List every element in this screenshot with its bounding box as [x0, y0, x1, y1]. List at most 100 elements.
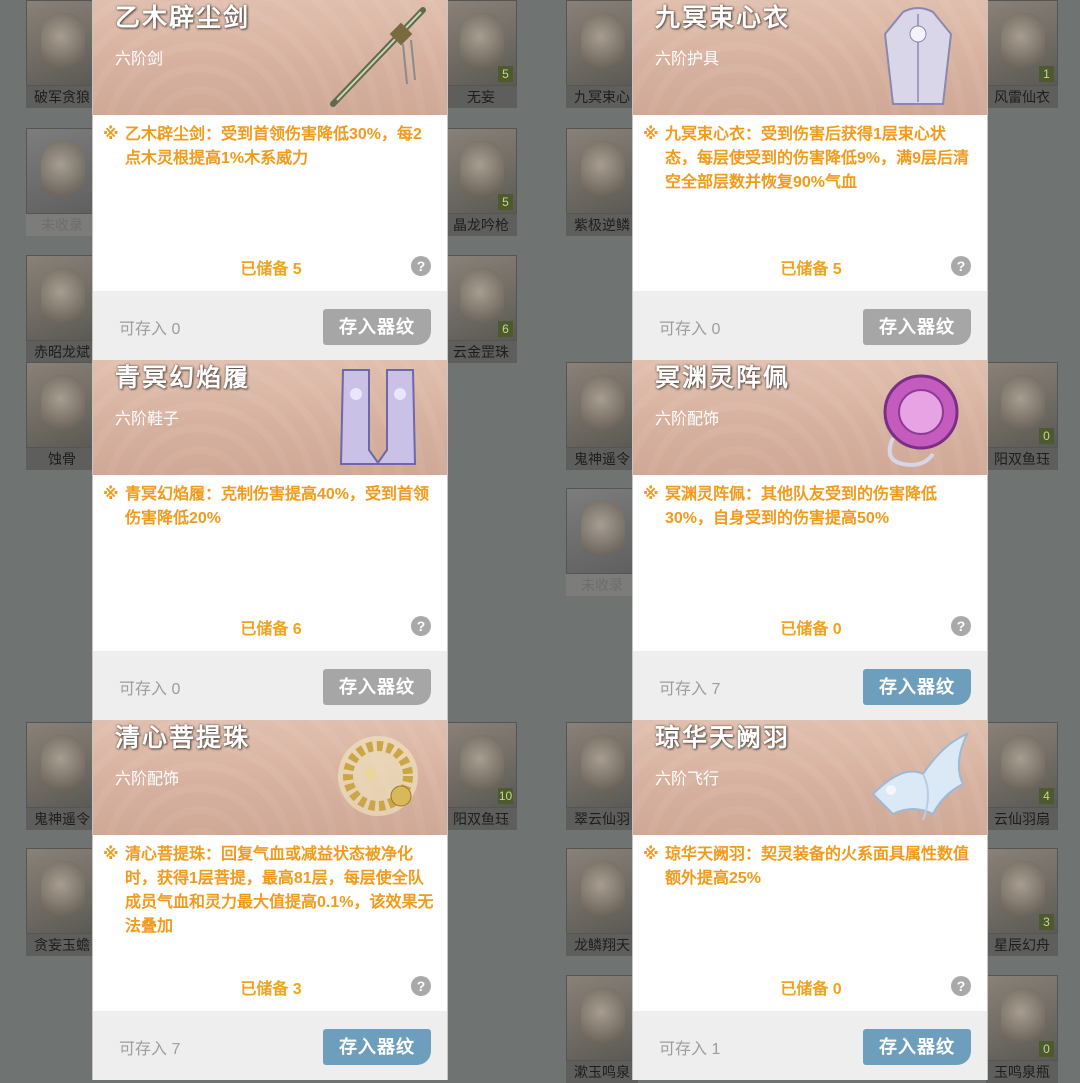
equipment-card: 清心菩提珠 六阶配饰 ※ 清心菩提珠：回复气血或减益状态被净化时，获得1层菩提，… [92, 720, 448, 1080]
bg-tile[interactable]: 1 风雷仙衣 [986, 0, 1058, 108]
bullet-glyph: ※ [643, 846, 659, 863]
item-description: ※ 琼华天阙羽：契灵装备的火系面具属性数值额外提高25% [643, 843, 977, 891]
available-count: 可存入 0 [119, 681, 181, 698]
bg-tile[interactable]: 紫极逆鳞 [566, 128, 638, 236]
phoenix-icon [871, 732, 969, 821]
available-count: 可存入 1 [659, 1041, 721, 1058]
item-name: 琼华天阙羽 [655, 724, 791, 752]
pendant-icon [883, 374, 959, 467]
tile-name: 晶龙吟枪 [445, 214, 517, 236]
tile-name: 阳双鱼珏 [986, 448, 1058, 470]
tile-count: 6 [498, 321, 513, 337]
item-description-text: 九冥束心衣：受到伤害后获得1层束心状态，每层使受到的伤害降低9%，满9层后清空全… [665, 126, 970, 191]
bg-tile[interactable]: 赤昭龙斌 [26, 255, 98, 363]
available-count: 可存入 0 [119, 321, 181, 338]
store-pattern-button[interactable]: 存入器纹 [863, 1029, 971, 1065]
bg-tile[interactable]: 未收录 [26, 128, 98, 236]
item-grade: 六阶飞行 [655, 771, 720, 788]
bullet-glyph: ※ [643, 126, 659, 143]
equipment-card: 青冥幻焰履 六阶鞋子 ※ 青冥幻焰履：克制伤害提高40%，受到首领伤害降低20%… [92, 360, 448, 720]
bg-tile[interactable]: 6 云金罡珠 [445, 255, 517, 363]
bullet-glyph: ※ [643, 486, 659, 503]
bg-tile[interactable]: 0 玉鸣泉瓶 [986, 975, 1058, 1083]
stored-count: 已储备 6 [240, 621, 302, 638]
item-description: ※ 青冥幻焰履：克制伤害提高40%，受到首领伤害降低20% [103, 483, 437, 531]
item-grade: 六阶鞋子 [115, 411, 180, 428]
store-pattern-button[interactable]: 存入器纹 [323, 669, 431, 705]
card-footer: 可存入 0 存入器纹 [633, 291, 987, 360]
tile-count: 4 [1039, 788, 1054, 804]
tile-name: 破军贪狼 [26, 86, 98, 108]
bg-tile[interactable]: 九冥束心 [566, 0, 638, 108]
bg-tile[interactable]: 0 阳双鱼珏 [986, 362, 1058, 470]
store-pattern-button[interactable]: 存入器纹 [863, 669, 971, 705]
store-pattern-button[interactable]: 存入器纹 [863, 309, 971, 345]
tile-count: 1 [1039, 66, 1054, 82]
tile-thumbnail [566, 0, 638, 86]
help-icon[interactable]: ? [411, 256, 431, 276]
tile-thumbnail [566, 975, 638, 1061]
help-icon[interactable]: ? [411, 976, 431, 996]
tile-name: 鬼神遥令 [26, 808, 98, 830]
tile-thumbnail: 0 [986, 362, 1058, 448]
stored-count: 已储备 5 [780, 261, 842, 278]
card-footer: 可存入 7 存入器纹 [93, 1011, 447, 1080]
tile-name: 贪妄玉蟾 [26, 934, 98, 956]
help-icon[interactable]: ? [951, 616, 971, 636]
tile-thumbnail [26, 128, 98, 214]
tile-name: 星辰幻舟 [986, 934, 1058, 956]
bg-tile[interactable]: 鬼神遥令 [26, 722, 98, 830]
item-description: ※ 冥渊灵阵佩：其他队友受到的伤害降低30%，自身受到的伤害提高50% [643, 483, 977, 531]
tile-thumbnail: 1 [986, 0, 1058, 86]
bg-tile[interactable]: 破军贪狼 [26, 0, 98, 108]
tile-thumbnail [566, 362, 638, 448]
tile-thumbnail: 5 [445, 128, 517, 214]
bg-tile[interactable]: 龙鳞翔天 [566, 848, 638, 956]
item-name: 九冥束心衣 [655, 4, 791, 32]
bg-tile[interactable]: 5 晶龙吟枪 [445, 128, 517, 236]
bg-tile[interactable]: 蚀骨 [26, 362, 98, 470]
tile-name: 蚀骨 [26, 448, 98, 470]
bg-tile[interactable]: 5 无妄 [445, 0, 517, 108]
bg-tile[interactable]: 鬼神遥令 [566, 362, 638, 470]
item-description-text: 乙木辟尘剑：受到首领伤害降低30%，每2点木灵根提高1%木系威力 [125, 126, 422, 167]
tile-name: 赤昭龙斌 [26, 341, 98, 363]
stored-count: 已储备 0 [780, 621, 842, 638]
bg-tile[interactable]: 漱玉鸣泉 [566, 975, 638, 1083]
tile-name: 紫极逆鳞 [566, 214, 638, 236]
bullet-glyph: ※ [103, 846, 119, 863]
tile-thumbnail: 10 [445, 722, 517, 808]
bg-tile[interactable]: 贪妄玉蟾 [26, 848, 98, 956]
equipment-card: 乙木辟尘剑 六阶剑 ※ 乙木辟尘剑：受到首领伤害降低30%，每2点木灵根提高1%… [92, 0, 448, 360]
help-icon[interactable]: ? [951, 976, 971, 996]
bg-tile[interactable]: 未收录 [566, 488, 638, 596]
tile-thumbnail [566, 488, 638, 574]
equipment-card: 琼华天阙羽 六阶飞行 ※ 琼华天阙羽：契灵装备的火系面具属性数值额外提高25% … [632, 720, 988, 1080]
tile-name: 未收录 [566, 574, 638, 596]
bg-tile[interactable]: 10 阳双鱼珏 [445, 722, 517, 830]
help-icon[interactable]: ? [951, 256, 971, 276]
store-pattern-button[interactable]: 存入器纹 [323, 309, 431, 345]
tile-thumbnail [26, 362, 98, 448]
tile-name: 未收录 [26, 214, 98, 236]
item-name: 冥渊灵阵佩 [655, 364, 791, 392]
item-grade: 六阶配饰 [115, 771, 180, 788]
item-name: 清心菩提珠 [115, 724, 251, 752]
item-description: ※ 乙木辟尘剑：受到首领伤害降低30%，每2点木灵根提高1%木系威力 [103, 123, 437, 171]
beads-icon [338, 736, 418, 816]
bg-tile[interactable]: 翠云仙羽 [566, 722, 638, 830]
item-description: ※ 九冥束心衣：受到伤害后获得1层束心状态，每层使受到的伤害降低9%，满9层后清… [643, 123, 977, 195]
card-footer: 可存入 7 存入器纹 [633, 651, 987, 720]
stored-count: 已储备 5 [240, 261, 302, 278]
tile-name: 龙鳞翔天 [566, 934, 638, 956]
tile-name: 翠云仙羽 [566, 808, 638, 830]
item-name: 乙木辟尘剑 [115, 4, 251, 32]
item-grade: 六阶护具 [655, 51, 720, 68]
bg-tile[interactable]: 3 星辰幻舟 [986, 848, 1058, 956]
tile-name: 风雷仙衣 [986, 86, 1058, 108]
tile-thumbnail [26, 255, 98, 341]
help-icon[interactable]: ? [411, 616, 431, 636]
bg-tile[interactable]: 4 云仙羽扇 [986, 722, 1058, 830]
tile-thumbnail [566, 128, 638, 214]
store-pattern-button[interactable]: 存入器纹 [323, 1029, 431, 1065]
